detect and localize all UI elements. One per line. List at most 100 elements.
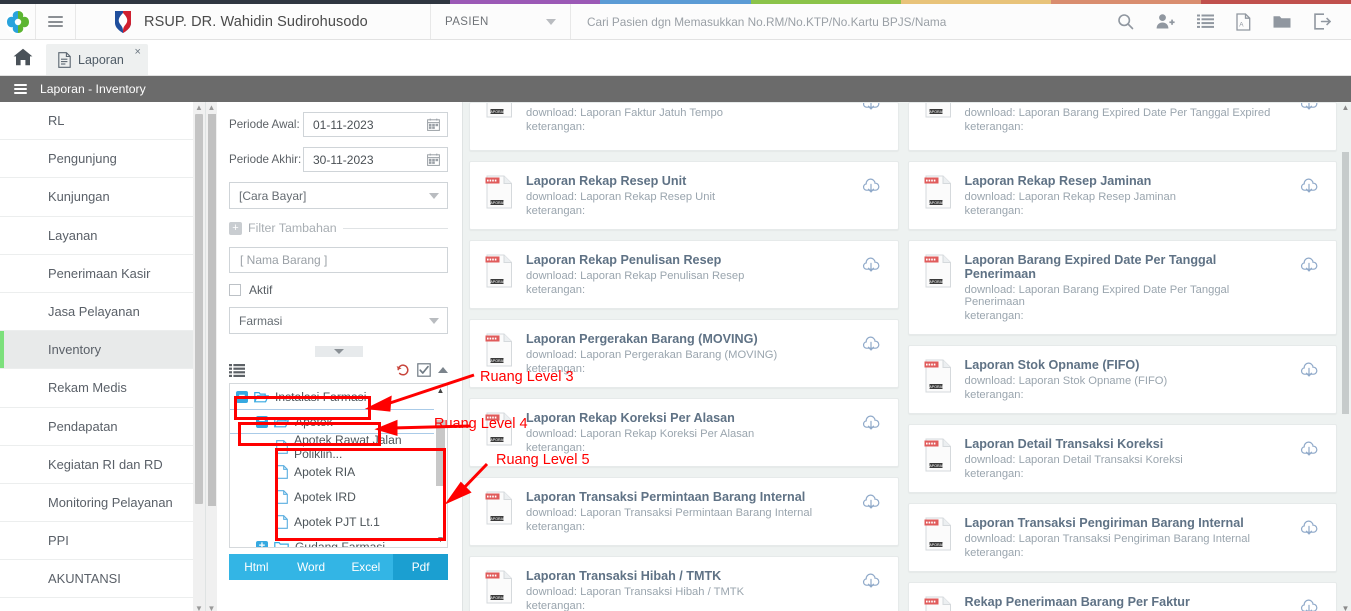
sidebar-item-akuntansi[interactable]: AKUNTANSI [0, 560, 205, 599]
report-card[interactable]: LAPORAN Rekap Penerimaan Barang Per Faktu… [907, 582, 1337, 611]
cloud-download-icon[interactable] [1299, 519, 1319, 537]
sidebar-item-jasa-pelayanan[interactable]: Jasa Pelayanan [0, 293, 205, 332]
panel-collapse-handle[interactable] [314, 346, 363, 357]
cloud-download-icon[interactable] [1299, 102, 1319, 112]
sidebar-item-kegiatan-ri-dan-rd[interactable]: Kegiatan RI dan RD [0, 446, 205, 484]
cloud-download-icon[interactable] [861, 102, 881, 112]
tree-node-gudang-farmasi[interactable]: + Gudang Farmasi [230, 534, 447, 547]
chevron-up-icon[interactable] [438, 367, 448, 373]
tree-node-instalasi-farmasi[interactable]: − Instalasi Farmasi [230, 384, 447, 409]
scroll-down-icon[interactable]: ▼ [437, 533, 445, 547]
report-title[interactable]: Laporan Detail Transaksi Koreksi [965, 437, 1287, 451]
report-download-button[interactable] [858, 569, 884, 590]
export-excel-button[interactable]: Excel [338, 554, 394, 580]
aktif-checkbox[interactable] [229, 284, 241, 296]
report-download-button[interactable] [858, 332, 884, 353]
report-card[interactable]: LAPORAN Laporan Rekap Resep Jaminan downlo… [907, 161, 1337, 230]
sidebar-item-pendapatan[interactable]: Pendapatan [0, 408, 205, 446]
report-download-button[interactable] [858, 490, 884, 511]
report-title[interactable]: Laporan Rekap Penulisan Resep [526, 253, 848, 267]
report-card[interactable]: LAPORAN Laporan Rekap Resep Unit download:… [469, 161, 899, 230]
sidebar-item-monitoring-pelayanan[interactable]: Monitoring Pelayanan [0, 484, 205, 523]
report-card[interactable]: LAPORAN Laporan Barang Expired Date Per T… [907, 240, 1337, 335]
cloud-download-icon[interactable] [861, 414, 881, 432]
cloud-download-icon[interactable] [1299, 256, 1319, 274]
aktif-checkbox-row[interactable]: Aktif [229, 283, 448, 297]
tree-node-apotek-pjt-lt-1[interactable]: Apotek PJT Lt.1 [230, 509, 447, 534]
report-download-button[interactable] [1296, 174, 1322, 195]
sidebar-item-pengunjung[interactable]: Pengunjung [0, 140, 205, 179]
home-tab-button[interactable] [0, 39, 46, 75]
report-card[interactable]: LAPORAN Laporan Rekap Koreksi Per Alasan d… [469, 398, 899, 467]
sidebar-item-kunjungan[interactable]: Kunjungan [0, 178, 205, 217]
report-card[interactable]: LAPORAN Laporan Pergerakan Barang (MOVING… [469, 319, 899, 388]
sidebar-item-rekam-medis[interactable]: Rekam Medis [0, 369, 205, 408]
sidebar-item-inventory[interactable]: Inventory [0, 331, 205, 370]
reset-history-icon[interactable] [396, 363, 410, 377]
report-card[interactable]: LAPORAN download: Laporan Faktur Jatuh Te… [469, 102, 899, 151]
periode-awal-input[interactable]: 01-11-2023 [303, 112, 448, 137]
close-icon[interactable]: × [134, 47, 140, 58]
report-download-button[interactable] [1296, 437, 1322, 458]
sidebar-toggle-button[interactable] [36, 4, 76, 39]
tab-laporan[interactable]: Laporan × [46, 44, 148, 75]
report-card[interactable]: LAPORAN Laporan Detail Transaksi Koreksi d… [907, 424, 1337, 493]
report-card[interactable]: LAPORAN Laporan Transaksi Hibah / TMTK dow… [469, 556, 899, 611]
sidebar-item-layanan[interactable]: Layanan [0, 217, 205, 255]
cloud-download-icon[interactable] [861, 256, 881, 274]
tree-scrollbar[interactable]: ▲ ▼ [434, 384, 447, 547]
cloud-download-icon[interactable] [861, 572, 881, 590]
tree-expand-icon[interactable]: + [256, 540, 268, 547]
cloud-download-icon[interactable] [861, 335, 881, 353]
report-title[interactable]: Laporan Rekap Resep Unit [526, 174, 848, 188]
unit-select[interactable]: Farmasi [229, 307, 448, 334]
tree-node-apotek-rawat-jalan-poliklin[interactable]: Apotek Rawat Jalan Poliklin... [230, 433, 447, 461]
sidebar-scrollbar[interactable]: ▲ ▼ [193, 102, 205, 611]
main-scrollbar[interactable]: ▲ ▼ [1340, 102, 1351, 611]
cloud-download-icon[interactable] [1299, 361, 1319, 379]
report-download-button[interactable] [858, 411, 884, 432]
report-download-button[interactable] [1296, 358, 1322, 379]
cloud-download-icon[interactable] [1299, 177, 1319, 195]
tree-collapse-icon[interactable]: − [236, 390, 248, 403]
pdf-icon[interactable]: A [1236, 12, 1251, 31]
sidebar-item-rl[interactable]: RL [0, 102, 205, 141]
list-view-icon[interactable] [229, 363, 245, 377]
cloud-download-icon[interactable] [1299, 440, 1319, 458]
report-title[interactable]: Laporan Rekap Koreksi Per Alasan [526, 411, 848, 425]
tree-collapse-icon[interactable]: − [256, 415, 268, 428]
search-icon[interactable] [1117, 13, 1134, 30]
add-user-icon[interactable] [1156, 13, 1175, 30]
filter-panel-scrollbar[interactable]: ▲ ▼ [206, 102, 217, 611]
report-download-button[interactable] [858, 253, 884, 274]
scroll-down-icon[interactable]: ▼ [208, 603, 216, 611]
report-card[interactable]: LAPORAN Laporan Stok Opname (FIFO) downloa… [907, 345, 1337, 414]
nama-barang-input[interactable]: [ Nama Barang ] [229, 247, 448, 273]
search-type-dropdown[interactable]: PASIEN [431, 4, 571, 39]
report-title[interactable]: Laporan Stok Opname (FIFO) [965, 358, 1287, 372]
sidebar-item-ppi[interactable]: PPI [0, 522, 205, 561]
tree-node-apotek-ird[interactable]: Apotek IRD [230, 484, 447, 509]
report-download-button[interactable] [1296, 595, 1322, 611]
periode-akhir-input[interactable]: 30-11-2023 [303, 147, 448, 172]
report-title[interactable]: Laporan Transaksi Hibah / TMTK [526, 569, 848, 583]
sidebar-item-penerimaan-kasir[interactable]: Penerimaan Kasir [0, 255, 205, 293]
report-card[interactable]: LAPORAN Laporan Transaksi Pengiriman Bara… [907, 503, 1337, 572]
filter-tambahan-header[interactable]: + Filter Tambahan [229, 221, 448, 235]
cloud-download-icon[interactable] [1299, 598, 1319, 611]
report-title[interactable]: Laporan Transaksi Pengiriman Barang Inte… [965, 516, 1287, 530]
plus-icon[interactable]: + [229, 221, 242, 235]
export-pdf-button[interactable]: Pdf [393, 554, 448, 580]
report-download-button[interactable] [1296, 102, 1322, 112]
scroll-up-icon[interactable]: ▲ [195, 102, 203, 114]
report-card[interactable]: LAPORAN Laporan Transaksi Permintaan Bara… [469, 477, 899, 546]
report-title[interactable]: Laporan Barang Expired Date Per Tanggal … [965, 253, 1287, 281]
tree-node-apotek-ria[interactable]: Apotek RIA [230, 459, 447, 484]
report-download-button[interactable] [858, 174, 884, 195]
hamburger-menu-icon[interactable] [14, 82, 27, 97]
report-title[interactable]: Laporan Pergerakan Barang (MOVING) [526, 332, 848, 346]
report-title[interactable]: Laporan Rekap Resep Jaminan [965, 174, 1287, 188]
cloud-download-icon[interactable] [861, 493, 881, 511]
folder-icon[interactable] [1273, 14, 1291, 29]
scroll-up-icon[interactable]: ▲ [1342, 102, 1350, 114]
